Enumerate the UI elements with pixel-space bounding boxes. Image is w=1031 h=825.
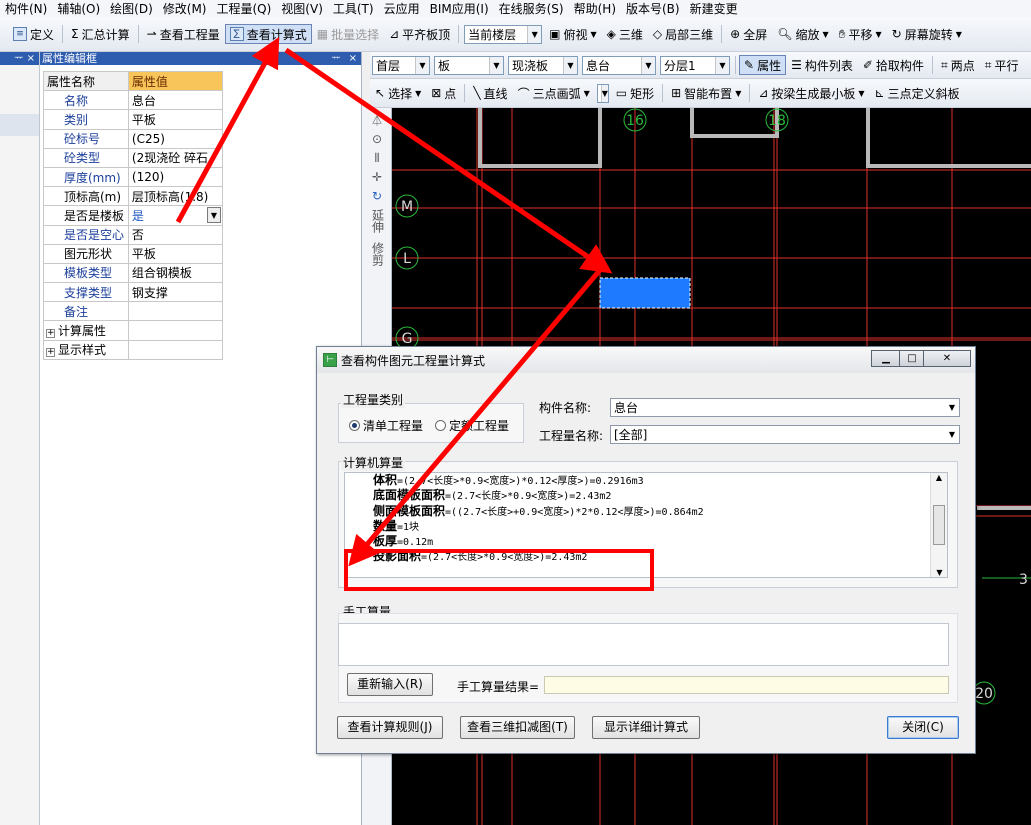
arrow-to-formula-button (175, 36, 280, 224)
arrow-to-projection-area (348, 268, 602, 567)
annotation-arrows (175, 36, 613, 567)
annotation-overlay (175, 36, 654, 591)
projection-area-highlight (344, 549, 654, 591)
arrow-to-selected-slab (284, 47, 613, 274)
